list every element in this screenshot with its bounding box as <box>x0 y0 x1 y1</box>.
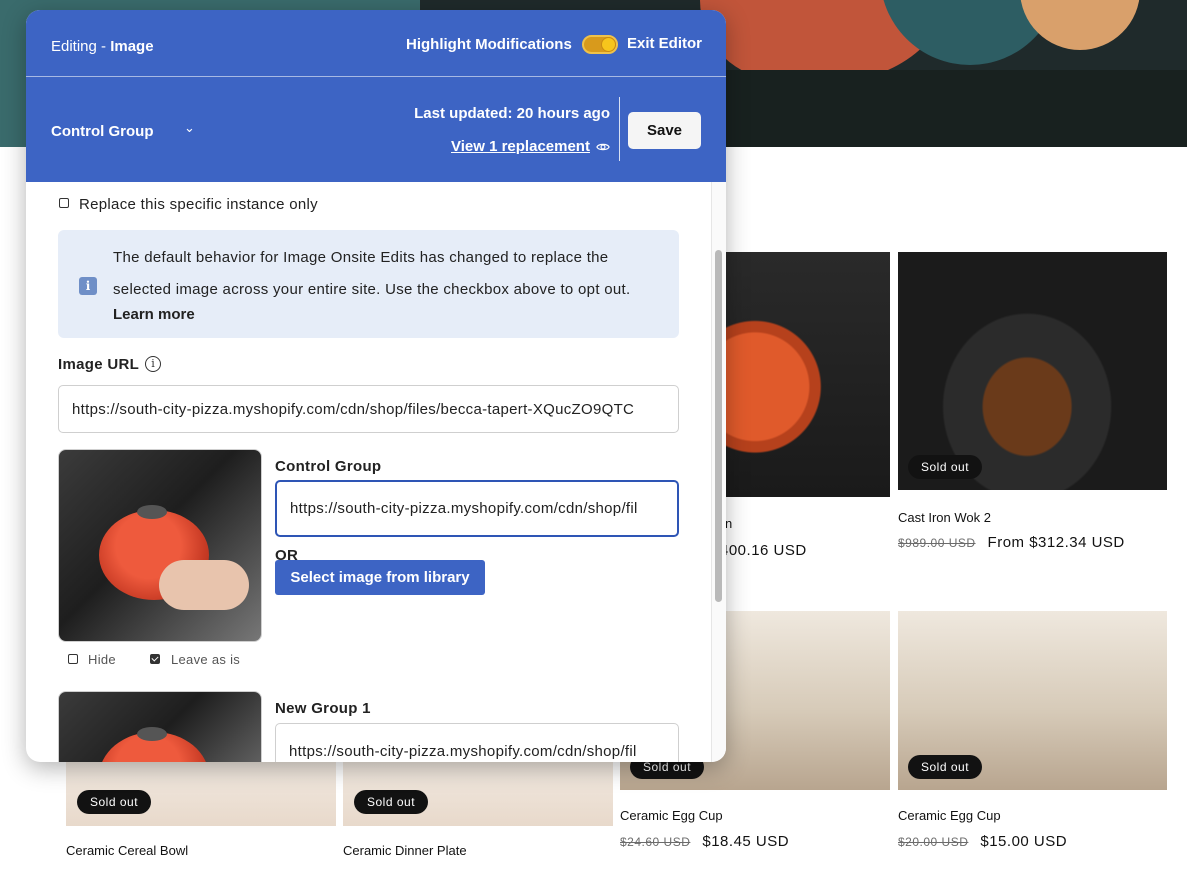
hide-checkbox[interactable] <box>68 654 78 664</box>
image-editor-panel: Editing - Image Highlight Modifications … <box>26 10 726 762</box>
image-url-input[interactable]: https://south-city-pizza.myshopify.com/c… <box>58 385 679 433</box>
save-button[interactable]: Save <box>628 112 701 149</box>
product-title[interactable]: Ceramic Cereal Bowl <box>66 843 188 858</box>
product-title[interactable]: Ceramic Egg Cup <box>620 808 723 823</box>
leave-as-is-label[interactable]: Leave as is <box>171 652 240 667</box>
sold-out-badge: Sold out <box>354 790 429 814</box>
learn-more-link[interactable]: Learn more <box>113 306 195 323</box>
highlight-modifications-label: Highlight Modifications <box>406 36 572 53</box>
product-card[interactable]: Sold out Ceramic Dinner Plate <box>343 750 613 865</box>
product-price: $24.60 USD $18.45 USD <box>620 833 790 850</box>
image-url-label: Image URL <box>58 356 140 373</box>
hide-label[interactable]: Hide <box>88 652 116 667</box>
editor-header: Editing - Image Highlight Modifications … <box>26 10 726 182</box>
sold-out-badge: Sold out <box>908 755 983 779</box>
product-title[interactable]: n <box>725 516 732 531</box>
header-vertical-divider <box>619 97 620 161</box>
header-divider <box>26 76 726 77</box>
product-title[interactable]: Ceramic Egg Cup <box>898 808 1001 823</box>
sold-out-badge: Sold out <box>77 790 152 814</box>
eye-icon[interactable] <box>596 140 610 154</box>
product-card[interactable]: Sold out Ceramic Cereal Bowl <box>66 750 336 865</box>
last-updated-text: Last updated: 20 hours ago <box>414 105 610 122</box>
info-text: The default behavior for Image Onsite Ed… <box>113 249 631 298</box>
product-price: $989.00 USD From $312.34 USD <box>898 534 1125 551</box>
control-group-url-input[interactable]: https://south-city-pizza.myshopify.com/c… <box>275 480 679 537</box>
view-replacement-link[interactable]: View 1 replacement <box>451 138 590 155</box>
product-title[interactable]: Cast Iron Wok 2 <box>898 510 991 525</box>
replace-instance-checkbox[interactable] <box>59 198 69 208</box>
product-price: $20.00 USD $15.00 USD <box>898 833 1068 850</box>
group-select[interactable]: Control Group <box>51 123 153 140</box>
editor-body: Replace this specific instance only i Th… <box>26 182 726 762</box>
group-name-label: New Group 1 <box>275 700 371 717</box>
leave-as-is-checkbox[interactable] <box>150 654 160 664</box>
chevron-down-icon[interactable]: ⌄ <box>184 120 195 136</box>
new-group-image-thumbnail[interactable] <box>58 691 262 762</box>
product-card[interactable]: Sold out Cast Iron Wok 2 $989.00 USD From… <box>898 252 1167 562</box>
exit-editor-button[interactable]: Exit Editor <box>627 35 702 52</box>
editor-title: Editing - Image <box>51 38 154 55</box>
product-title[interactable]: Ceramic Dinner Plate <box>343 843 467 858</box>
new-group-url-input[interactable]: https://south-city-pizza.myshopify.com/c… <box>275 723 679 762</box>
info-circle-icon[interactable]: i <box>145 356 161 372</box>
control-group-image-thumbnail[interactable] <box>58 449 262 642</box>
scrollbar-thumb[interactable] <box>715 250 722 602</box>
select-image-from-library-button[interactable]: Select image from library <box>275 560 485 595</box>
group-name-label: Control Group <box>275 458 382 475</box>
replace-instance-label[interactable]: Replace this specific instance only <box>79 196 318 213</box>
product-price: 400.16 USD <box>720 542 807 559</box>
info-banner: i The default behavior for Image Onsite … <box>58 230 679 338</box>
highlight-toggle[interactable] <box>582 35 618 54</box>
product-card[interactable]: Sold out Ceramic Egg Cup $20.00 USD $15.0… <box>898 611 1167 861</box>
info-icon: i <box>79 277 97 295</box>
sold-out-badge: Sold out <box>908 455 983 479</box>
